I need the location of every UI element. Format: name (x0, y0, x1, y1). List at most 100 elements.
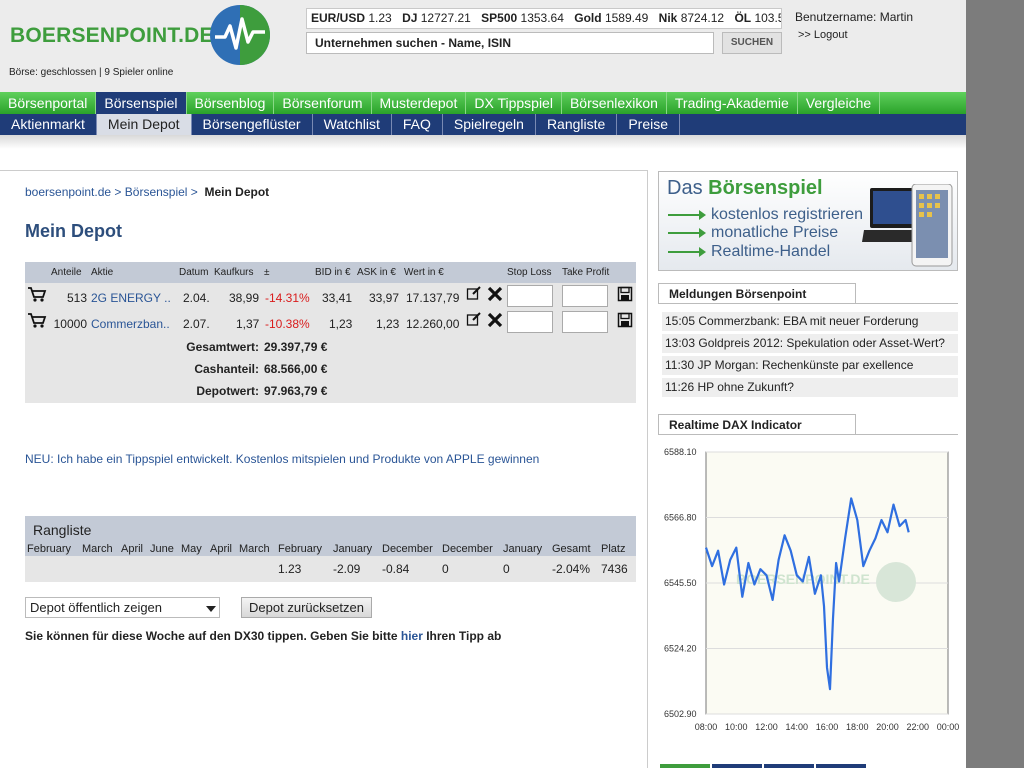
laptop-tablet-image (862, 184, 953, 267)
tipp-text: Sie können für diese Woche auf den DX30 … (25, 629, 401, 643)
reset-depot-button[interactable]: Depot zurücksetzen (241, 597, 372, 618)
ad-title: Das Börsenspiel (667, 177, 823, 200)
site-logo[interactable]: BOERSENPOINT.DE (10, 24, 214, 48)
chart-box-title: Realtime DAX Indicator (658, 414, 856, 434)
ad-line: kostenlos registrieren (711, 206, 864, 223)
nav-item-boersenlexikon[interactable]: Börsenlexikon (562, 92, 667, 114)
take-profit-input[interactable] (562, 285, 608, 307)
tab-mein-depot[interactable]: Mein Depot (96, 114, 192, 135)
bottom-tab[interactable] (660, 764, 710, 768)
rang-value: 0 (442, 562, 449, 576)
rang-col: February (27, 543, 72, 555)
edit-icon[interactable] (466, 311, 482, 327)
cell-bid: 33,41 (322, 291, 353, 305)
search-button[interactable]: SUCHEN (722, 32, 782, 54)
bottom-tab[interactable] (816, 764, 866, 768)
nav-item-trading-akademie[interactable]: Trading-Akademie (667, 92, 798, 114)
depot-table-header: Anteile Aktie Datum Kaufkurs ± BID in € … (25, 262, 636, 283)
ticker-value: 1353.64 (520, 11, 564, 25)
x-tick-label: 00:00 (937, 722, 960, 732)
rang-col: Gesamt (552, 543, 591, 555)
stop-loss-input[interactable] (507, 311, 553, 333)
nav-item-boersenspiel[interactable]: Börsenspiel (96, 92, 187, 114)
cart-icon[interactable] (27, 286, 47, 302)
x-tick-label: 22:00 (906, 722, 929, 732)
bottom-tab[interactable] (712, 764, 762, 768)
delete-icon[interactable] (487, 286, 503, 302)
depot-visibility-select[interactable]: Depot öffentlich zeigen (25, 597, 220, 618)
stop-loss-input[interactable] (507, 285, 553, 307)
y-tick-label: 6566.80 (664, 513, 697, 523)
bottom-tab[interactable] (764, 764, 814, 768)
delete-icon[interactable] (487, 312, 503, 328)
ticker-value: 12727.21 (420, 11, 471, 25)
stock-link[interactable]: Commerzban.. (91, 317, 170, 331)
cell-ask: 1,23 (376, 317, 400, 331)
news-item[interactable]: 11:30 JP Morgan: Rechenkünste par exelle… (662, 356, 958, 375)
stock-link[interactable]: 2G ENERGY .. (91, 291, 171, 305)
tab-boersengefluester[interactable]: Börsengeflüster (192, 114, 313, 135)
tab-aktienmarkt[interactable]: Aktienmarkt (0, 114, 97, 135)
ticker-value: 1.23 (368, 11, 392, 25)
news-box-title: Meldungen Börsenpoint (658, 283, 856, 303)
col-bid: BID in € (315, 267, 351, 278)
tab-watchlist[interactable]: Watchlist (313, 114, 392, 135)
tipp-notice: Sie können für diese Woche auf den DX30 … (25, 629, 501, 643)
nav-item-boersenportal[interactable]: Börsenportal (0, 92, 97, 114)
col-aktie: Aktie (91, 267, 114, 278)
col-change: ± (264, 267, 270, 278)
rang-col: June (150, 543, 174, 555)
ad-line: monatliche Preise (711, 224, 839, 241)
take-profit-input[interactable] (562, 311, 608, 333)
ticker-name: SP500 (481, 11, 518, 25)
ticker-name: EUR/USD (311, 11, 366, 25)
x-tick-label: 10:00 (725, 722, 748, 732)
arrow-right-icon (668, 228, 706, 238)
secondary-nav: Aktienmarkt Mein Depot Börsengeflüster W… (0, 114, 966, 135)
ticker-name: DJ (402, 11, 418, 25)
news-item[interactable]: 13:03 Goldpreis 2012: Spekulation oder A… (662, 334, 958, 353)
nav-item-musterdepot[interactable]: Musterdepot (372, 92, 467, 114)
nav-shadow (0, 135, 966, 149)
exchange-status: Börse: geschlossen | 9 Spieler online (9, 67, 174, 78)
nav-item-dx-tippspiel[interactable]: DX Tippspiel (466, 92, 562, 114)
tab-rangliste[interactable]: Rangliste (536, 114, 618, 135)
nav-item-boersenforum[interactable]: Börsenforum (274, 92, 372, 114)
nav-item-vergleiche[interactable]: Vergleiche (798, 92, 881, 114)
chevron-down-icon (206, 606, 216, 612)
news-item[interactable]: 15:05 Commerzbank: EBA mit neuer Forderu… (662, 312, 958, 331)
x-tick-label: 16:00 (816, 722, 839, 732)
tab-spielregeln[interactable]: Spielregeln (443, 114, 536, 135)
logout-link[interactable]: >> Logout (798, 29, 848, 41)
rang-col: April (121, 543, 144, 555)
cell-bid: 1,23 (329, 317, 353, 331)
col-anteile: Anteile (51, 267, 82, 278)
tab-preise[interactable]: Preise (617, 114, 680, 135)
nav-item-boersenblog[interactable]: Börsenblog (187, 92, 275, 114)
logo-icon[interactable] (209, 4, 271, 66)
tab-faq[interactable]: FAQ (392, 114, 443, 135)
save-icon[interactable] (617, 312, 633, 328)
boersenspiel-ad-banner[interactable]: Das Börsenspiel kostenlos registrieren m… (658, 171, 958, 271)
edit-icon[interactable] (466, 285, 482, 301)
search-input[interactable]: Unternehmen suchen - Name, ISIN (306, 32, 714, 54)
rangliste-row: 1.23 -2.09 -0.84 0 0 -2.04% 7436 (25, 556, 636, 582)
market-ticker: EUR/USD 1.23 DJ 12727.21 SP500 1353.64 G… (306, 8, 782, 29)
y-tick-label: 6545.50 (664, 578, 697, 588)
x-tick-label: 12:00 (755, 722, 778, 732)
breadcrumb-home[interactable]: boersenpoint.de (25, 185, 111, 199)
save-icon[interactable] (617, 286, 633, 302)
summary-value: 97.963,79 € (264, 384, 328, 398)
x-tick-label: 14:00 (785, 722, 808, 732)
tippspiel-promo-link[interactable]: NEU: Ich habe ein Tippspiel entwickelt. … (25, 452, 539, 466)
rang-value: 7436 (601, 562, 628, 576)
rangliste-header: Rangliste February March April June May … (25, 516, 636, 556)
page-title: Mein Depot (25, 221, 122, 241)
breadcrumb-parent[interactable]: Börsenspiel (125, 185, 188, 199)
arrow-right-icon (668, 247, 706, 257)
news-item[interactable]: 11:26 HP ohne Zukunft? (662, 378, 958, 397)
tipp-link[interactable]: hier (401, 629, 423, 643)
cart-icon[interactable] (27, 312, 47, 328)
ticker-name: Gold (574, 11, 602, 25)
rang-col: March (239, 543, 270, 555)
